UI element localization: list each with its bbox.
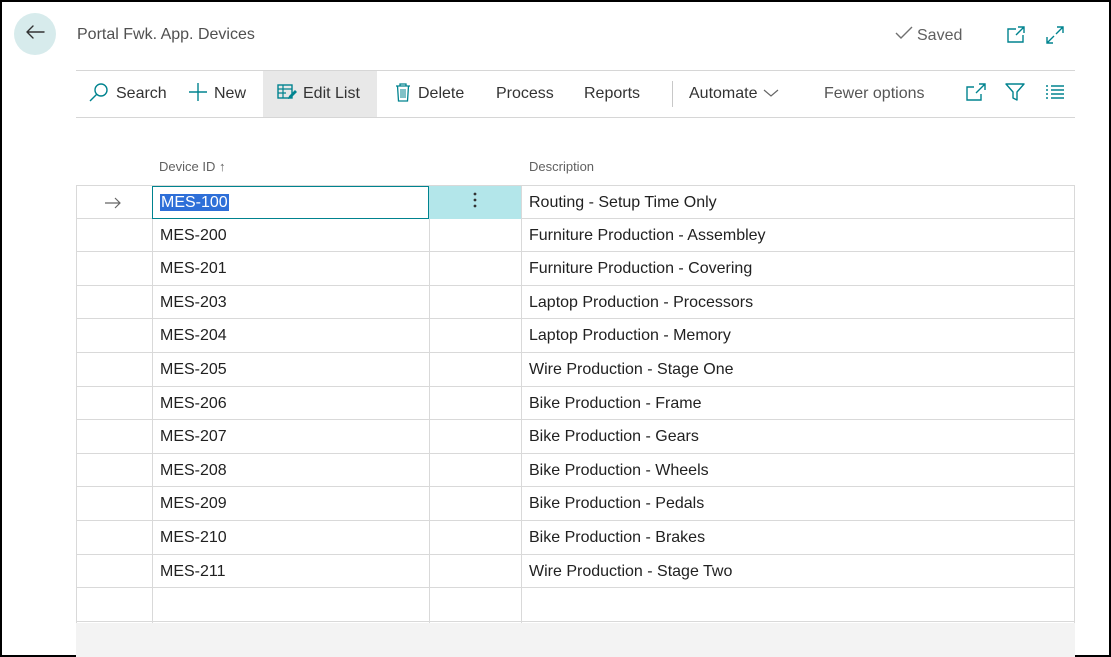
device-id-cell[interactable]: MES-209 (160, 487, 227, 520)
description-header-label: Description (529, 159, 595, 174)
description-cell[interactable]: Bike Production - Frame (529, 387, 702, 420)
search-button[interactable]: Search (88, 71, 167, 117)
back-arrow-icon (25, 24, 45, 45)
delete-button[interactable]: Delete (394, 71, 464, 117)
description-cell[interactable]: Laptop Production - Processors (529, 286, 753, 319)
trash-icon (394, 82, 412, 107)
description-cell[interactable]: Bike Production - Brakes (529, 521, 705, 554)
table-row[interactable]: MES-208 Bike Production - Wheels (76, 454, 1075, 488)
list-view-icon (1045, 84, 1065, 105)
delete-label: Delete (418, 85, 465, 102)
search-label: Search (116, 85, 167, 102)
action-separator (672, 81, 673, 107)
description-cell[interactable]: Furniture Production - Covering (529, 252, 752, 285)
table-row[interactable]: MES-100 Routing - Setup Time Only (76, 185, 1075, 219)
list-footer (76, 623, 1075, 657)
table-row[interactable]: MES-207 Bike Production - Gears (76, 420, 1075, 454)
table-row[interactable]: MES-204 Laptop Production - Memory (76, 319, 1075, 353)
device-id-cell[interactable]: MES-200 (160, 219, 227, 252)
edit-list-label: Edit List (303, 85, 360, 102)
table-row[interactable]: MES-200 Furniture Production - Assembley (76, 219, 1075, 253)
description-cell[interactable]: Routing - Setup Time Only (529, 186, 717, 219)
description-cell[interactable]: Bike Production - Pedals (529, 487, 704, 520)
new-button[interactable]: New (188, 71, 246, 117)
row-menu-button[interactable] (429, 186, 521, 219)
device-id-cell[interactable]: MES-210 (160, 521, 227, 554)
device-id-cell[interactable]: MES-100 (160, 186, 229, 219)
automate-label: Automate (689, 85, 758, 102)
app-window: Portal Fwk. App. Devices Saved Search Ne… (0, 0, 1111, 657)
reports-label: Reports (584, 85, 641, 102)
description-cell[interactable]: Wire Production - Stage Two (529, 555, 732, 588)
empty-new-row[interactable] (76, 588, 1075, 622)
device-id-cell[interactable]: MES-203 (160, 286, 227, 319)
sort-ascending-icon: ↑ (218, 159, 226, 174)
devices-table: MES-100 Routing - Setup Time Only MES-20… (76, 185, 1075, 622)
share-icon (965, 82, 987, 107)
reports-menu[interactable]: Reports (584, 71, 640, 117)
plus-icon (188, 82, 208, 107)
chevron-down-icon (763, 85, 779, 103)
table-row[interactable]: MES-209 Bike Production - Pedals (76, 487, 1075, 521)
description-cell[interactable]: Bike Production - Wheels (529, 454, 709, 487)
new-label: New (214, 85, 247, 102)
fewer-options-label: Fewer options (824, 85, 925, 102)
checkmark-icon (895, 26, 913, 45)
table-row[interactable]: MES-205 Wire Production - Stage One (76, 353, 1075, 387)
device-id-header-label: Device ID (159, 159, 216, 174)
page-title: Portal Fwk. App. Devices (77, 26, 255, 43)
expand-icon[interactable] (1044, 24, 1066, 46)
description-cell[interactable]: Furniture Production - Assembley (529, 219, 766, 252)
more-options-icon (473, 191, 477, 214)
description-cell[interactable]: Wire Production - Stage One (529, 353, 734, 386)
automate-menu[interactable]: Automate (689, 71, 779, 117)
back-button[interactable] (14, 13, 56, 55)
filter-button[interactable] (1005, 71, 1025, 117)
device-id-cell[interactable]: MES-204 (160, 319, 227, 352)
selected-text: MES-100 (160, 194, 229, 211)
table-row[interactable]: MES-211 Wire Production - Stage Two (76, 555, 1075, 589)
table-row[interactable]: MES-210 Bike Production - Brakes (76, 521, 1075, 555)
action-bar: Search New Edit List Delete Process Repo… (76, 70, 1075, 118)
column-header-description[interactable]: Description (529, 159, 594, 174)
filter-icon (1005, 82, 1025, 107)
device-id-cell[interactable]: MES-207 (160, 420, 227, 453)
device-id-cell[interactable]: MES-208 (160, 454, 227, 487)
open-in-new-window-icon[interactable] (1005, 24, 1027, 46)
device-id-cell[interactable]: MES-205 (160, 353, 227, 386)
saved-status: Saved (895, 26, 962, 45)
process-label: Process (496, 85, 554, 102)
device-id-cell[interactable]: MES-201 (160, 252, 227, 285)
saved-label: Saved (917, 26, 963, 44)
table-row[interactable]: MES-206 Bike Production - Frame (76, 387, 1075, 421)
process-menu[interactable]: Process (496, 71, 554, 117)
edit-list-icon (277, 83, 297, 106)
device-id-cell[interactable]: MES-211 (160, 555, 226, 588)
current-row-arrow-icon (104, 186, 122, 219)
fewer-options-button[interactable]: Fewer options (824, 71, 925, 117)
table-row[interactable]: MES-203 Laptop Production - Processors (76, 286, 1075, 320)
share-button[interactable] (965, 71, 987, 117)
description-cell[interactable]: Bike Production - Gears (529, 420, 699, 453)
description-cell[interactable]: Laptop Production - Memory (529, 319, 731, 352)
list-view-button[interactable] (1045, 71, 1065, 117)
column-header-device-id[interactable]: Device ID ↑ (159, 159, 225, 174)
search-icon (88, 82, 110, 107)
table-row[interactable]: MES-201 Furniture Production - Covering (76, 252, 1075, 286)
edit-list-button[interactable]: Edit List (263, 71, 377, 117)
device-id-cell[interactable]: MES-206 (160, 387, 227, 420)
